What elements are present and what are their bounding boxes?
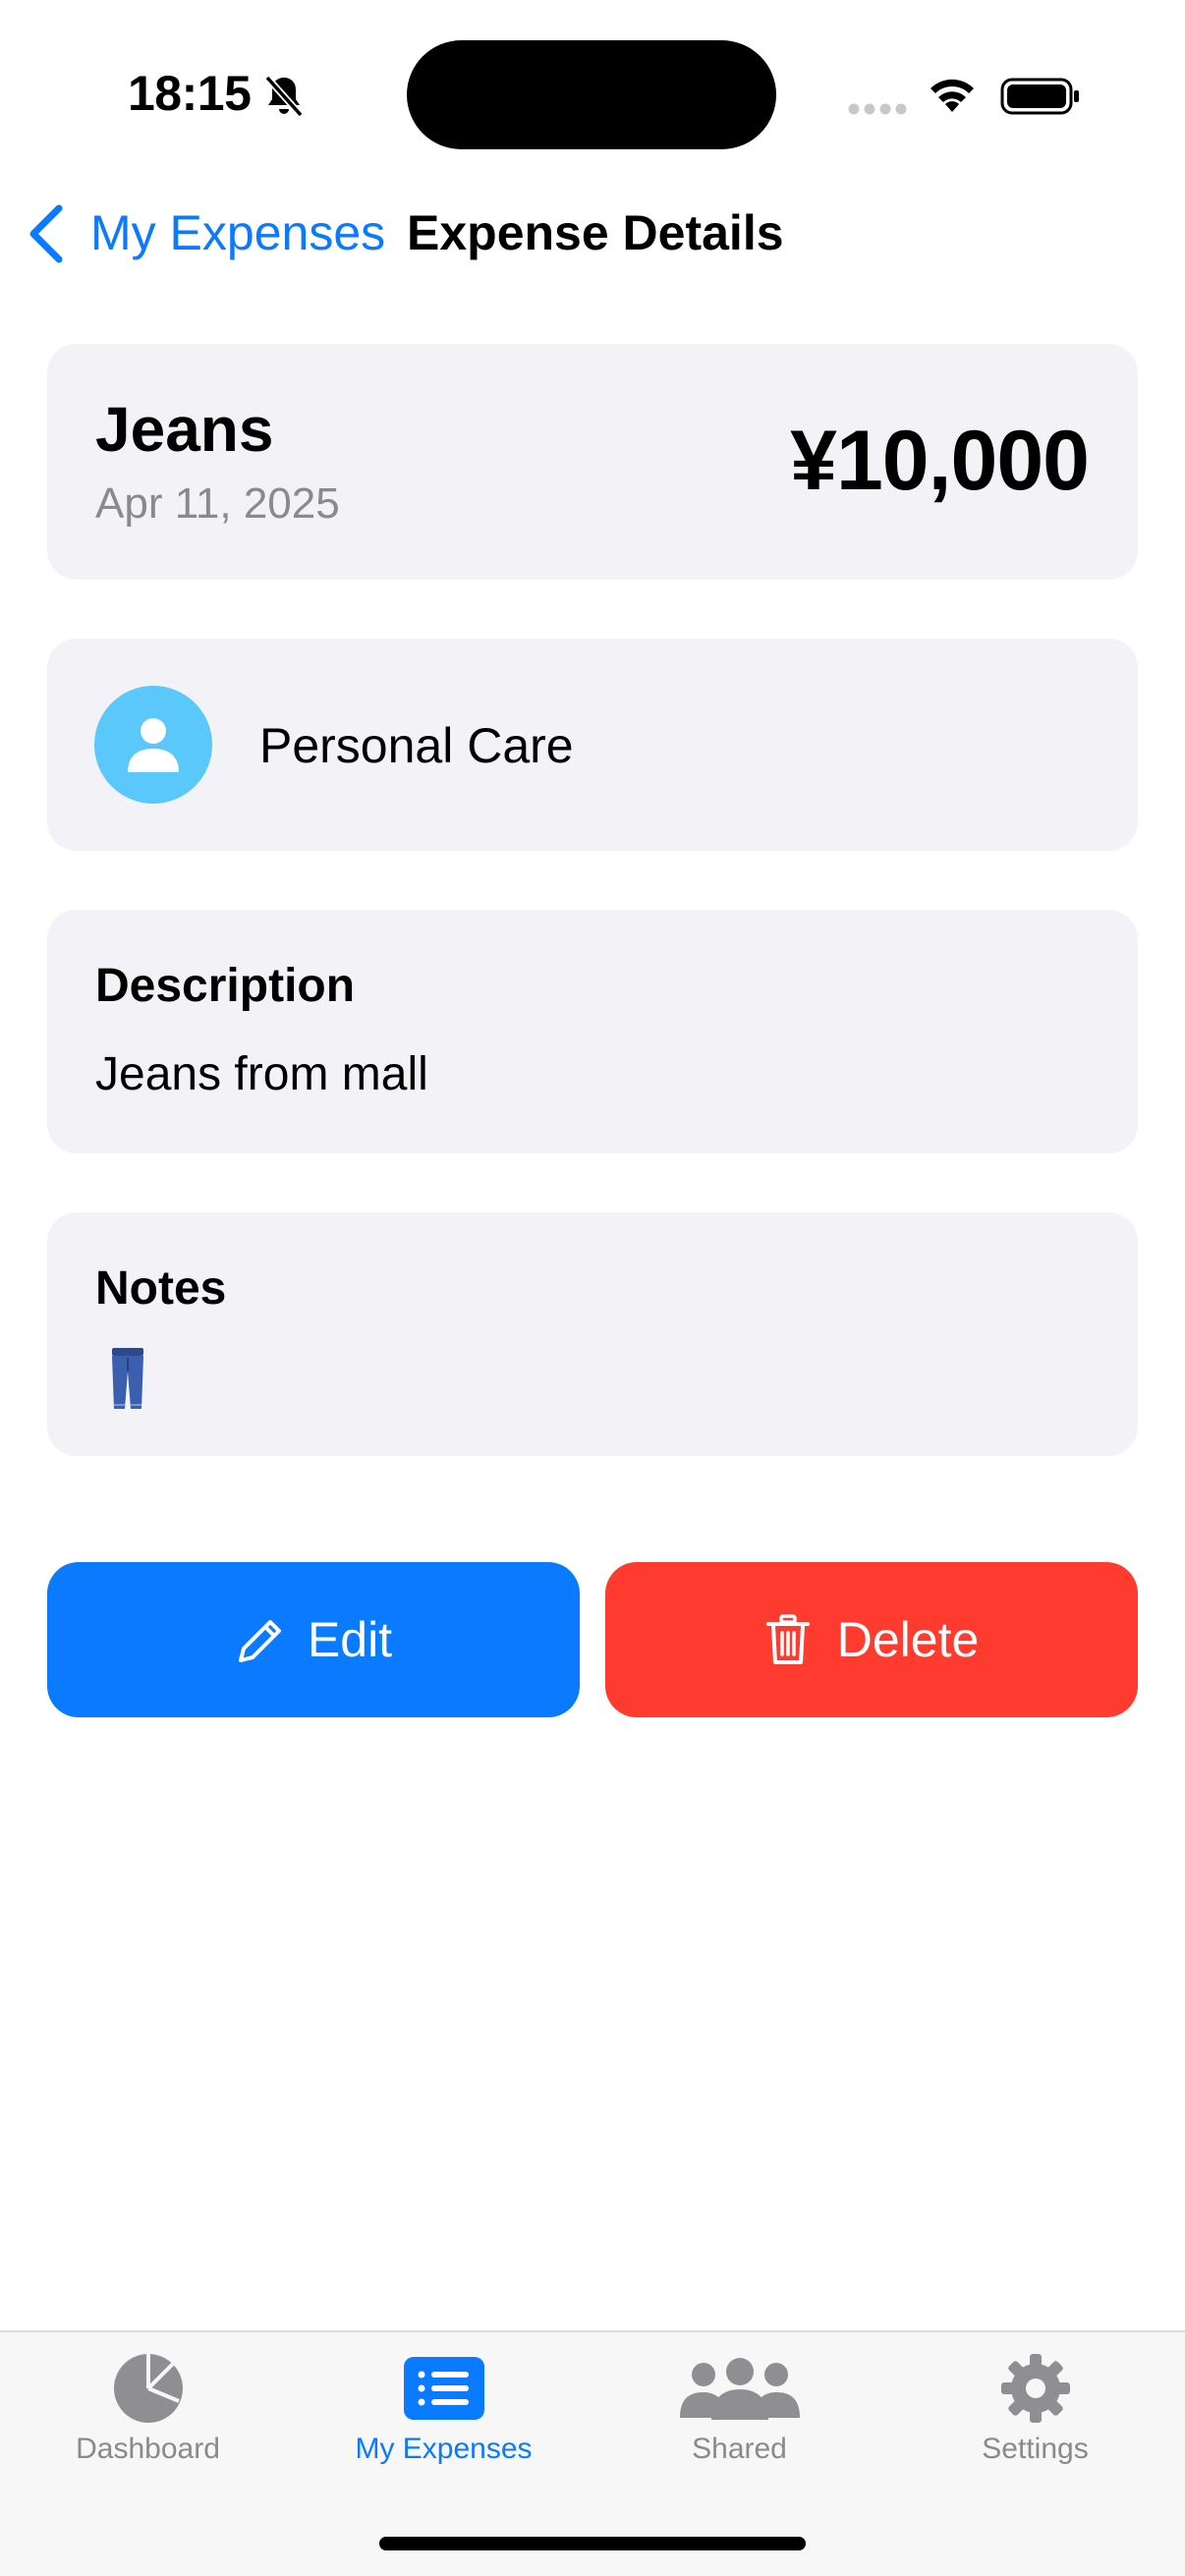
tab-my-expenses[interactable]: My Expenses (296, 2332, 592, 2509)
edit-button-label: Edit (307, 1612, 393, 1667)
back-button[interactable]: My Expenses (90, 204, 385, 261)
tab-settings-label: Settings (982, 2433, 1089, 2465)
delete-button-label: Delete (836, 1612, 980, 1667)
dynamic-island (407, 40, 776, 149)
description-card: Description Jeans from mall (47, 910, 1138, 1153)
gear-icon (1000, 2354, 1070, 2423)
expense-details-screen: 18:15 My Expenses Expense Details Jeans … (0, 0, 1185, 2576)
navigation-bar: My Expenses Expense Details (0, 187, 1185, 285)
expense-title: Jeans (95, 394, 274, 465)
notes-card: Notes (47, 1212, 1138, 1456)
battery-icon (1000, 78, 1079, 115)
expense-date: Apr 11, 2025 (95, 479, 340, 528)
category-card: Personal Care (47, 639, 1138, 851)
bell-slash-icon (264, 75, 304, 118)
expense-amount: ¥10,000 (790, 414, 1090, 508)
pencil-icon (238, 1620, 281, 1662)
tab-shared-label: Shared (692, 2433, 787, 2465)
jeans-emoji-icon (112, 1348, 143, 1409)
tab-dashboard[interactable]: Dashboard (0, 2332, 296, 2509)
description-heading: Description (95, 960, 356, 1012)
edit-button[interactable]: Edit (47, 1562, 580, 1717)
page-title: Expense Details (407, 205, 784, 260)
cellular-signal-icon (848, 103, 907, 115)
trash-icon (765, 1614, 810, 1664)
category-avatar (94, 686, 212, 804)
notes-heading: Notes (95, 1262, 227, 1315)
tab-dashboard-label: Dashboard (76, 2433, 220, 2465)
wifi-icon (931, 79, 974, 112)
tab-shared[interactable]: Shared (592, 2332, 887, 2509)
tab-my-expenses-label: My Expenses (355, 2433, 533, 2465)
people-icon (679, 2358, 800, 2420)
list-icon (403, 2357, 484, 2420)
person-icon (128, 718, 179, 772)
delete-button[interactable]: Delete (605, 1562, 1138, 1717)
category-label: Personal Care (259, 718, 574, 773)
pie-chart-icon (113, 2354, 183, 2423)
back-chevron-icon[interactable] (24, 202, 67, 265)
expense-summary-card: Jeans Apr 11, 2025 ¥10,000 (47, 344, 1138, 580)
home-indicator[interactable] (379, 2537, 806, 2550)
description-text: Jeans from mall (95, 1048, 428, 1100)
status-bar: 18:15 (0, 0, 1185, 187)
status-time: 18:15 (128, 66, 252, 121)
tab-settings[interactable]: Settings (887, 2332, 1183, 2509)
